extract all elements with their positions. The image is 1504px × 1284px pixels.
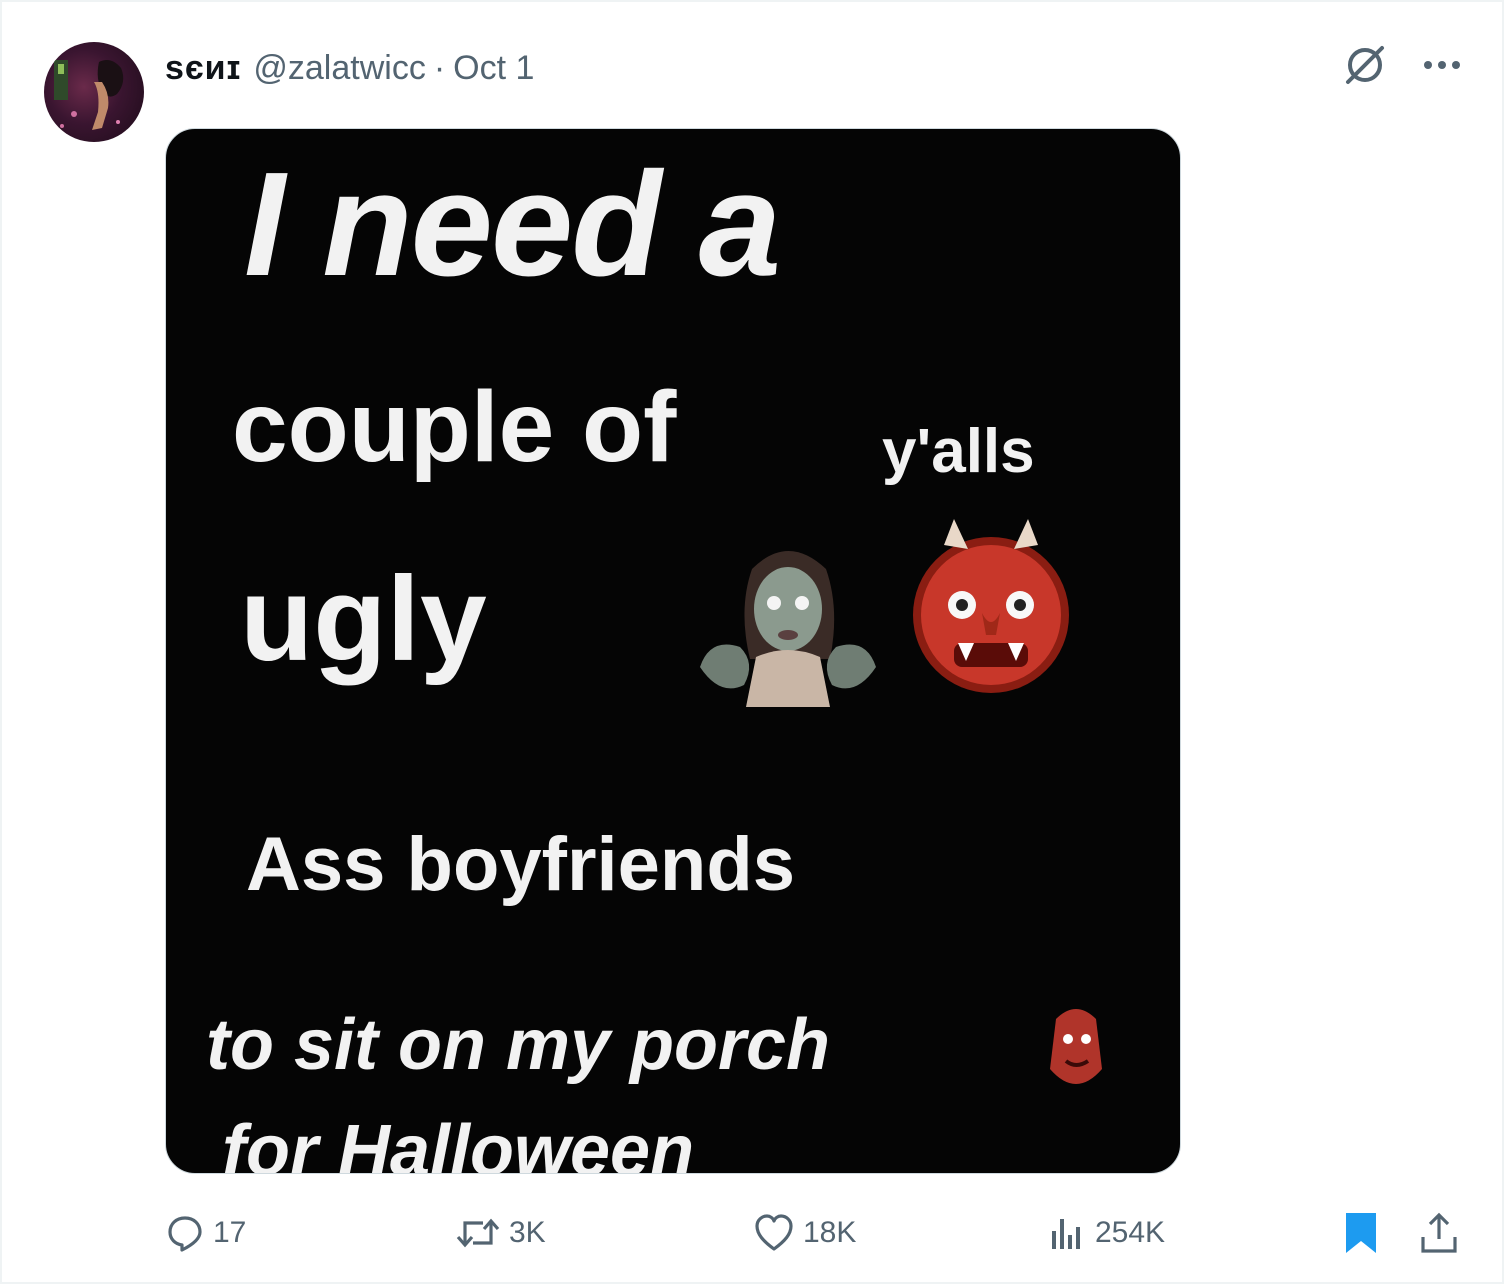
tweet-actions-bar: 17 3K 18K 254K — [165, 1206, 1465, 1260]
bookmark-icon — [1346, 1213, 1376, 1253]
media-text-line-5: to sit on my porch — [206, 1005, 831, 1085]
views-icon — [1052, 1219, 1080, 1249]
media-text-line-2: couple of — [232, 371, 677, 483]
zombie-woman-emoji — [700, 551, 876, 707]
views-count: 254K — [1095, 1216, 1166, 1249]
grok-icon[interactable] — [1342, 42, 1388, 88]
separator: · — [433, 48, 446, 87]
tweet-media-image[interactable]: I need a couple of y'alls ugly Ass boyfr… — [165, 128, 1181, 1174]
media-text-line-6: for Halloween — [222, 1111, 695, 1174]
handle[interactable]: @zalatwicc — [253, 49, 425, 88]
media-text-line-3: ugly — [240, 552, 487, 686]
like-icon — [755, 1214, 793, 1251]
like-button[interactable]: 18K — [753, 1206, 856, 1260]
ogre-emoji — [913, 519, 1069, 693]
reply-button[interactable]: 17 — [165, 1206, 246, 1260]
media-text-line-4: Ass boyfriends — [246, 822, 796, 907]
tweet-top-actions — [1342, 42, 1462, 88]
reply-icon — [168, 1216, 202, 1252]
tweet-header: ѕєиɪ @zalatwicc · Oct 1 — [165, 46, 534, 90]
tweet-date[interactable]: Oct 1 — [453, 49, 534, 88]
like-count: 18K — [803, 1216, 857, 1249]
share-icon — [1421, 1212, 1457, 1253]
more-icon[interactable] — [1422, 59, 1462, 71]
bookmark-button[interactable] — [1343, 1206, 1379, 1260]
goblin-emoji — [1050, 1009, 1102, 1084]
display-name[interactable]: ѕєиɪ — [165, 49, 241, 88]
views-button[interactable]: 254K — [1047, 1206, 1165, 1260]
media-text-line-2b: y'alls — [882, 417, 1035, 486]
reply-count: 17 — [213, 1216, 247, 1249]
share-button[interactable] — [1419, 1206, 1459, 1260]
repost-button[interactable]: 3K — [455, 1206, 546, 1260]
repost-count: 3K — [509, 1216, 546, 1249]
avatar[interactable] — [44, 42, 144, 142]
media-text-line-1: I need a — [244, 142, 781, 307]
tweet-card: ѕєиɪ @zalatwicc · Oct 1 I need a couple … — [0, 0, 1504, 1284]
repost-icon — [456, 1218, 500, 1248]
avatar-art — [54, 60, 124, 130]
